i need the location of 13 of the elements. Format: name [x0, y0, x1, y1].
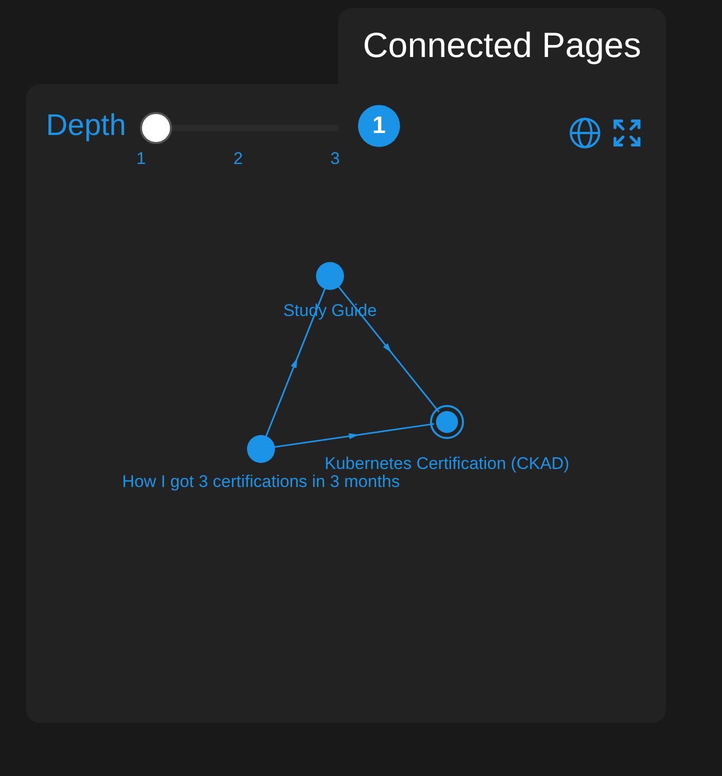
depth-label: Depth	[46, 108, 126, 144]
tick-label: 3	[329, 149, 341, 169]
tick-label: 2	[232, 149, 244, 169]
graph-node[interactable]	[247, 435, 275, 463]
graph-node[interactable]	[430, 405, 464, 439]
node-label: Kubernetes Certification (CKAD)	[324, 454, 570, 473]
globe-icon[interactable]	[568, 116, 602, 150]
node-label: How I got 3 certifications in 3 months	[122, 472, 400, 491]
depth-value: 1	[358, 105, 400, 147]
tick-label: 1	[135, 149, 147, 169]
graph-node[interactable]	[316, 262, 344, 290]
slider-thumb[interactable]	[140, 112, 172, 144]
tab-title: Connected Pages	[362, 25, 642, 67]
